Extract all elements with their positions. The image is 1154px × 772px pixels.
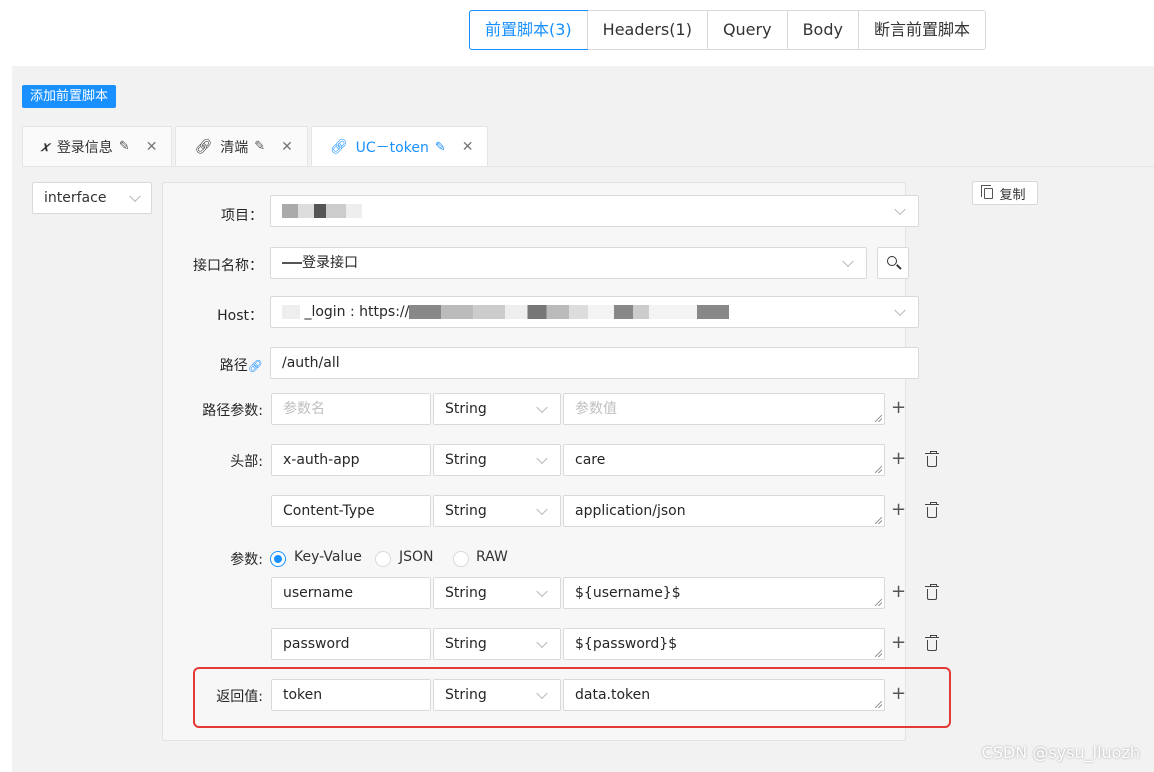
redacted-prefix — [282, 262, 302, 264]
chevron-down-icon — [129, 190, 141, 203]
link-icon: 🔗︎ — [329, 139, 348, 155]
chevron-down-icon — [894, 203, 906, 216]
type-value: String — [445, 503, 487, 519]
copy-button[interactable]: 复制 — [972, 181, 1038, 205]
path-label-text: 路径 — [219, 358, 248, 374]
delete-icon[interactable] — [925, 451, 939, 467]
tab-body[interactable]: Body — [786, 11, 858, 49]
chevron-down-icon — [536, 452, 548, 465]
delete-icon[interactable] — [925, 584, 939, 600]
script-tab-bar: 𝑥 登录信息 ✎ ✕ 🔗︎ 清端 ✎ ✕ 🔗︎ UC－token ✎ ✕ — [22, 126, 489, 167]
top-tab-bar: 前置脚本(3) Headers(1) Query Body 断言前置脚本 — [469, 10, 986, 50]
edit-icon[interactable]: ✎ — [435, 140, 446, 155]
tab-headers[interactable]: Headers(1) — [586, 11, 707, 49]
copy-icon — [981, 184, 994, 199]
radio-raw-label: RAW — [476, 549, 508, 565]
chevron-down-icon — [536, 503, 548, 516]
variable-icon: 𝑥 — [41, 138, 49, 155]
chevron-down-icon — [536, 636, 548, 649]
edit-icon[interactable]: ✎ — [119, 139, 130, 154]
redacted-prefix — [282, 305, 300, 319]
close-icon[interactable]: ✕ — [462, 139, 474, 155]
header-value-input[interactable]: care — [563, 444, 885, 476]
script-tab-label: UC－token — [355, 140, 429, 156]
add-pre-script-button[interactable]: 添加前置脚本 — [22, 85, 117, 108]
radio-json-label: JSON — [399, 549, 434, 565]
radio-key-value-label: Key-Value — [294, 549, 362, 565]
type-value: String — [445, 636, 487, 652]
delete-icon[interactable] — [925, 502, 939, 518]
host-select[interactable]: _login : https:// — [270, 296, 919, 328]
chevron-down-icon — [894, 304, 906, 317]
add-row-button[interactable]: + — [891, 398, 906, 418]
project-select[interactable] — [270, 195, 919, 227]
type-value: String — [445, 452, 487, 468]
script-tab-label: 登录信息 — [56, 139, 113, 156]
header-value-input[interactable]: application/json — [563, 495, 885, 527]
path-input[interactable]: /auth/all — [270, 347, 919, 379]
path-param-type-select[interactable]: String — [433, 393, 561, 425]
script-tab-label: 清端 — [220, 139, 249, 156]
param-name-input[interactable]: username — [271, 577, 431, 609]
add-row-button[interactable]: + — [891, 633, 906, 653]
close-icon[interactable]: ✕ — [146, 139, 158, 155]
interface-form: 项目： 接口名称： 登录接口 Host： _login : https:// 路… — [162, 182, 939, 741]
link-icon[interactable]: 🔗︎ — [248, 359, 263, 373]
header-name-input[interactable]: x-auth-app — [271, 444, 431, 476]
path-label: 路径🔗︎ — [163, 355, 263, 375]
add-row-button[interactable]: + — [891, 500, 906, 520]
radio-raw[interactable] — [453, 551, 469, 567]
script-type-value: interface — [44, 190, 107, 206]
api-name-value: 登录接口 — [302, 255, 358, 271]
script-tab-clear[interactable]: 🔗︎ 清端 ✎ ✕ — [175, 126, 308, 166]
path-param-value-input[interactable]: 参数值 — [563, 393, 885, 425]
search-icon — [887, 256, 897, 266]
type-value: String — [445, 585, 487, 601]
type-value: String — [445, 401, 487, 417]
search-button[interactable] — [877, 247, 909, 279]
radio-key-value[interactable] — [270, 551, 286, 567]
chevron-down-icon — [536, 585, 548, 598]
header-name-input[interactable]: Content-Type — [271, 495, 431, 527]
api-name-label: 接口名称： — [193, 258, 263, 274]
path-param-name-input[interactable]: 参数名 — [271, 393, 431, 425]
add-row-button[interactable]: + — [891, 449, 906, 469]
script-tab-uc-token[interactable]: 🔗︎ UC－token ✎ ✕ — [310, 126, 489, 167]
param-name-input[interactable]: password — [271, 628, 431, 660]
add-row-button[interactable]: + — [891, 582, 906, 602]
host-label: Host： — [217, 308, 263, 324]
radio-json[interactable] — [375, 551, 391, 567]
tab-assert-pre-script[interactable]: 断言前置脚本 — [857, 11, 985, 49]
close-icon[interactable]: ✕ — [281, 139, 293, 155]
host-value: _login : https:// — [304, 304, 410, 320]
tab-pre-script[interactable]: 前置脚本(3) — [469, 10, 588, 50]
copy-button-label: 复制 — [999, 187, 1026, 203]
tab-query[interactable]: Query — [706, 11, 787, 49]
param-type-select[interactable]: String — [433, 628, 561, 660]
script-tab-login-info[interactable]: 𝑥 登录信息 ✎ ✕ — [22, 126, 173, 166]
headers-label: 头部: — [230, 454, 263, 470]
delete-icon[interactable] — [925, 635, 939, 651]
script-type-select[interactable]: interface — [32, 182, 152, 214]
chevron-down-icon — [842, 255, 854, 268]
link-icon: 🔗︎ — [194, 138, 213, 155]
edit-icon[interactable]: ✎ — [254, 139, 265, 154]
path-params-label: 路径参数: — [202, 403, 263, 419]
watermark: CSDN @sysu_lluozh — [981, 743, 1140, 762]
api-name-select[interactable]: 登录接口 — [270, 247, 867, 279]
header-type-select[interactable]: String — [433, 495, 561, 527]
redacted-value — [282, 204, 362, 218]
param-value-input[interactable]: ${username}$ — [563, 577, 885, 609]
param-type-select[interactable]: String — [433, 577, 561, 609]
header-type-select[interactable]: String — [433, 444, 561, 476]
params-label: 参数: — [230, 552, 263, 568]
project-label: 项目： — [221, 208, 263, 224]
tab-divider — [22, 166, 1154, 167]
param-value-input[interactable]: ${password}$ — [563, 628, 885, 660]
chevron-down-icon — [536, 401, 548, 414]
redacted-host — [409, 305, 730, 319]
return-value-highlight — [193, 667, 951, 728]
